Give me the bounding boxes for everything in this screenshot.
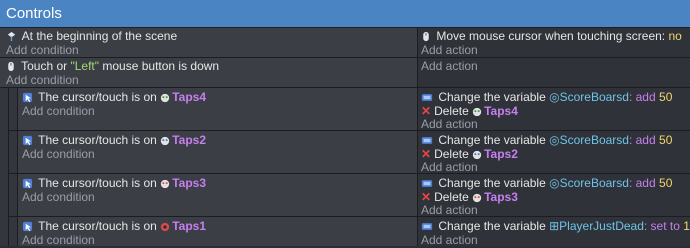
condition-text: The cursor/touch is on (38, 176, 157, 190)
sprite-object-icon (161, 222, 170, 232)
delete-icon: ✕ (421, 104, 432, 118)
condition-area[interactable]: The cursor/touch is on Taps3 Add conditi… (18, 174, 418, 216)
add-action-link[interactable]: Add action (421, 117, 478, 132)
delete-icon: ✕ (421, 190, 432, 204)
scene-start-icon (7, 31, 16, 42)
action-text: Change the variable (438, 90, 546, 104)
variable-name: PlayerJustDead (559, 219, 644, 233)
sprite-object-icon (161, 93, 170, 103)
action-area[interactable]: Move mouse cursor when touching screen: … (418, 28, 690, 57)
action-text: Move mouse cursor when touching screen: (436, 29, 666, 43)
object-name: Taps4 (484, 104, 518, 118)
events-group-header[interactable]: Controls (0, 0, 690, 28)
operator: : add (628, 133, 656, 147)
operand-value: 50 (659, 90, 673, 104)
condition-text: At the beginning of the scene (21, 29, 178, 43)
action-text: Delete (434, 147, 469, 161)
action-area[interactable]: Change the variable ◎ScoreBoarsd: add 50… (418, 131, 690, 175)
delete-icon: ✕ (421, 147, 432, 161)
action-area[interactable]: Change the variable ◎ScoreBoarsd: add 50… (418, 88, 690, 132)
object-name: Taps1 (172, 219, 206, 233)
sprite-object-icon (161, 179, 170, 189)
variable-name: ScoreBoarsd (559, 90, 629, 104)
subevent-handle[interactable] (9, 217, 18, 246)
add-condition-link[interactable]: Add condition (22, 190, 95, 205)
cursor-on-object-icon (22, 178, 33, 189)
condition-text: The cursor/touch is on (38, 219, 157, 233)
scene-variable-icon: ◎ (549, 133, 560, 147)
condition-text: mouse button is down (99, 59, 220, 73)
action-text: Change the variable (438, 219, 546, 233)
subevent-row[interactable]: The cursor/touch is on Taps2 Add conditi… (9, 131, 690, 174)
subevent-handle[interactable] (9, 174, 18, 216)
cursor-on-object-icon (22, 135, 33, 146)
subevent-handle[interactable] (9, 88, 18, 130)
object-name: Taps2 (484, 147, 518, 161)
condition-area[interactable]: Touch or "Left" mouse button is down Add… (0, 58, 418, 87)
condition-area[interactable]: The cursor/touch is on Taps1 Add conditi… (18, 217, 418, 247)
event-row[interactable]: At the beginning of the scene Add condit… (0, 28, 690, 58)
cursor-on-object-icon (22, 221, 33, 232)
add-action-link[interactable]: Add action (421, 43, 478, 58)
condition-area[interactable]: The cursor/touch is on Taps4 Add conditi… (18, 88, 418, 130)
add-condition-link[interactable]: Add condition (6, 43, 79, 58)
add-condition-link[interactable]: Add condition (6, 73, 79, 88)
subevent-indent-bar[interactable] (0, 88, 9, 246)
sprite-object-icon (472, 107, 482, 117)
setting-value: no (668, 29, 682, 43)
add-condition-link[interactable]: Add condition (22, 147, 95, 162)
object-name: Taps3 (484, 190, 518, 204)
variable-icon (421, 221, 433, 232)
object-name: Taps4 (172, 90, 206, 104)
add-action-link[interactable]: Add action (421, 160, 478, 175)
action-area[interactable]: Change the variable ⊞PlayerJustDead: set… (418, 217, 690, 247)
condition-text: The cursor/touch is on (38, 90, 157, 104)
operator: : add (628, 176, 656, 190)
action-text: Change the variable (438, 176, 546, 190)
variable-icon (421, 178, 433, 189)
subevent-row[interactable]: The cursor/touch is on Taps1 Add conditi… (9, 217, 690, 247)
action-text: Delete (434, 104, 469, 118)
action-text: Delete (434, 190, 469, 204)
variable-name: ScoreBoarsd (559, 133, 629, 147)
sprite-object-icon (161, 136, 170, 146)
action-area[interactable]: Change the variable ◎ScoreBoarsd: add 50… (418, 174, 690, 218)
action-text: Change the variable (438, 133, 546, 147)
condition-area[interactable]: At the beginning of the scene Add condit… (0, 28, 418, 57)
subevent-handle[interactable] (9, 131, 18, 173)
variable-icon (421, 92, 433, 103)
condition-area[interactable]: The cursor/touch is on Taps2 Add conditi… (18, 131, 418, 173)
event-row[interactable]: Touch or "Left" mouse button is down Add… (0, 58, 690, 88)
global-variable-icon: ⊞ (549, 219, 560, 233)
scene-variable-icon: ◎ (549, 176, 560, 190)
subevent-row[interactable]: The cursor/touch is on Taps4 Add conditi… (9, 88, 690, 131)
add-condition-link[interactable]: Add condition (22, 104, 95, 119)
add-action-link[interactable]: Add action (421, 203, 478, 218)
mouse-icon (423, 31, 429, 42)
object-name: Taps2 (172, 133, 206, 147)
operand-value: 50 (659, 133, 673, 147)
action-area[interactable]: Add action (418, 58, 690, 87)
condition-text: Touch or (21, 59, 71, 73)
cursor-on-object-icon (22, 92, 33, 103)
sprite-object-icon (472, 193, 482, 203)
operator: : set to (643, 219, 680, 233)
variable-icon (421, 135, 433, 146)
operand-value: 1 (683, 219, 690, 233)
condition-text: The cursor/touch is on (38, 133, 157, 147)
operator: : add (628, 90, 656, 104)
group-title: Controls (6, 5, 62, 22)
object-name: Taps3 (172, 176, 206, 190)
scene-variable-icon: ◎ (549, 90, 560, 104)
operand-value: 50 (659, 176, 673, 190)
subevent-row[interactable]: The cursor/touch is on Taps3 Add conditi… (9, 174, 690, 217)
mouse-button-value: "Left" (70, 59, 100, 73)
mouse-icon (8, 61, 14, 72)
sprite-object-icon (472, 150, 482, 160)
add-action-link[interactable]: Add action (421, 59, 478, 74)
variable-name: ScoreBoarsd (559, 176, 629, 190)
